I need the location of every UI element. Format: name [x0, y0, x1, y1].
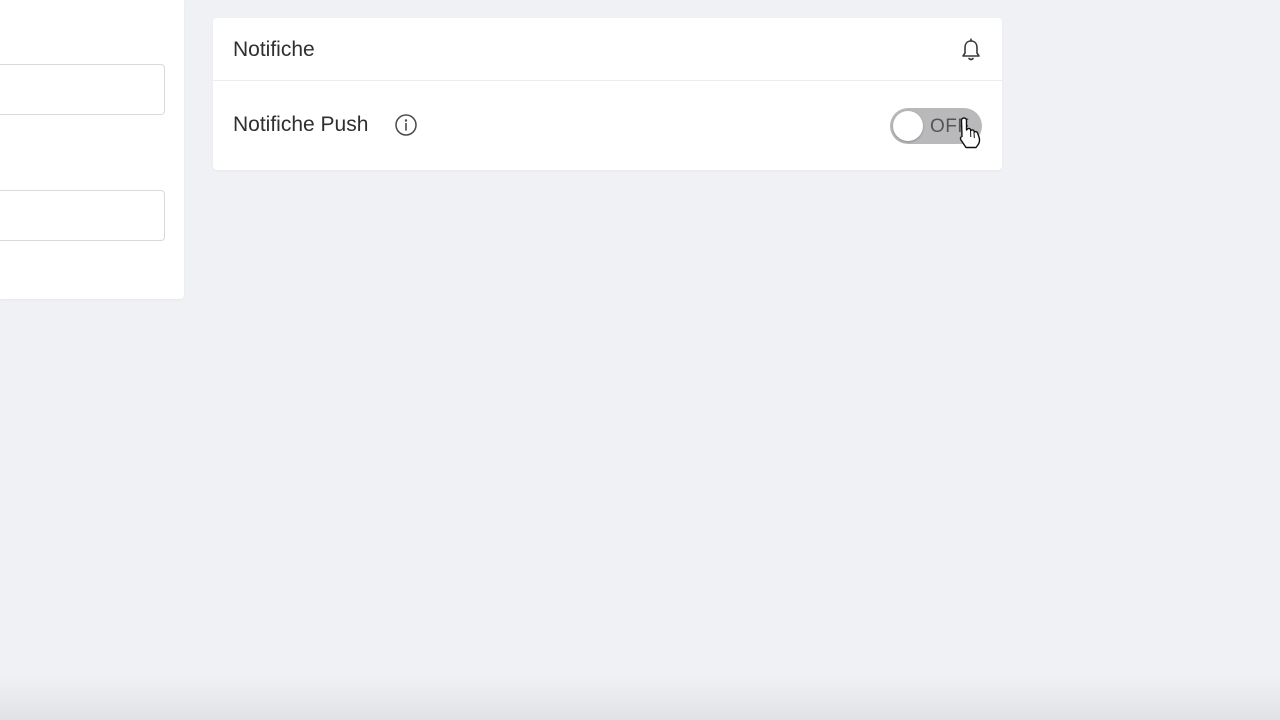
- profile-card: [0, 0, 184, 299]
- notifications-card: Notifiche Notifiche Push OFF: [213, 18, 1002, 170]
- info-icon[interactable]: [394, 113, 418, 137]
- push-notifications-label: Notifiche Push: [233, 113, 369, 136]
- notifications-title: Notifiche: [233, 38, 315, 61]
- bottom-shade: [0, 676, 1280, 720]
- toggle-knob: [893, 111, 923, 141]
- push-notifications-toggle[interactable]: OFF: [890, 108, 982, 144]
- profile-input-field[interactable]: [0, 64, 165, 115]
- bell-icon: [962, 38, 980, 61]
- toggle-state-label: OFF: [930, 116, 970, 137]
- notifications-card-header: Notifiche: [213, 18, 1002, 81]
- profile-input-field[interactable]: [0, 190, 165, 241]
- push-notifications-row: Notifiche Push OFF: [213, 82, 1002, 170]
- settings-page: Notifiche Notifiche Push OFF: [0, 0, 1280, 720]
